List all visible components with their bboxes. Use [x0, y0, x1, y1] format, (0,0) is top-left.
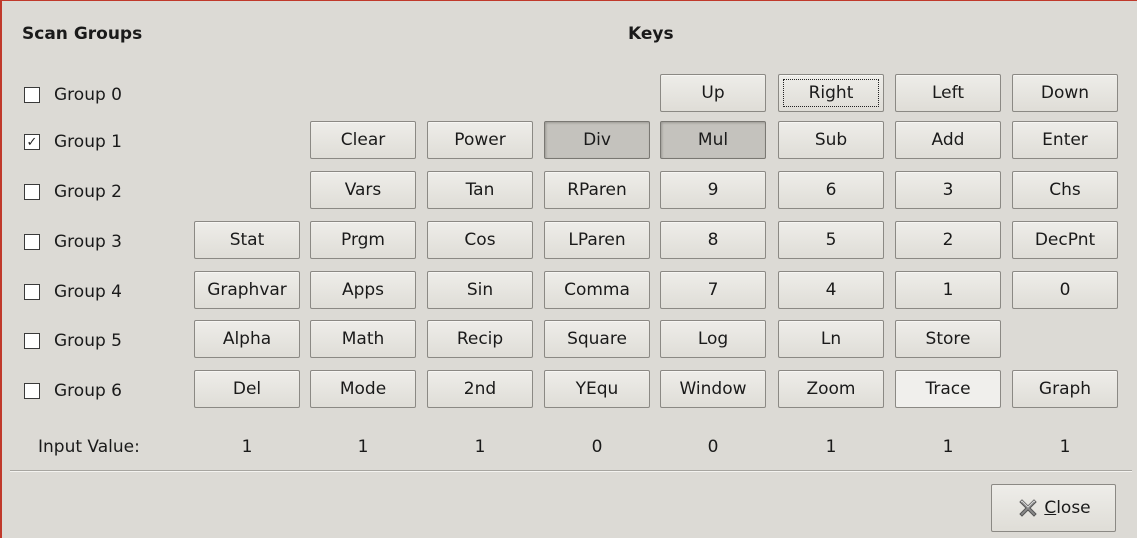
- key-enter[interactable]: Enter: [1012, 121, 1118, 159]
- separator: [10, 470, 1132, 472]
- key-vars[interactable]: Vars: [310, 171, 416, 209]
- group-label: Group 6: [54, 381, 122, 401]
- key-1[interactable]: 1: [895, 271, 1001, 309]
- group-label: Group 0: [54, 85, 122, 105]
- key-stat[interactable]: Stat: [194, 221, 300, 259]
- input-value: 1: [241, 437, 253, 457]
- key-0[interactable]: 0: [1012, 271, 1118, 309]
- group-label: Group 2: [54, 182, 122, 202]
- key-log[interactable]: Log: [660, 320, 766, 358]
- input-value: 1: [357, 437, 369, 457]
- key-9[interactable]: 9: [660, 171, 766, 209]
- input-value: 1: [942, 437, 954, 457]
- input-value: 0: [707, 437, 719, 457]
- focus-ring: [783, 79, 879, 107]
- key-right[interactable]: Right: [778, 74, 884, 112]
- group-6-checkbox[interactable]: Group 6: [24, 379, 122, 403]
- key-down[interactable]: Down: [1012, 74, 1118, 112]
- key-2[interactable]: 2: [895, 221, 1001, 259]
- input-value: 0: [591, 437, 603, 457]
- key-store[interactable]: Store: [895, 320, 1001, 358]
- input-value-label: Input Value:: [38, 437, 140, 457]
- key-tan[interactable]: Tan: [427, 171, 533, 209]
- key-square[interactable]: Square: [544, 320, 650, 358]
- key-window[interactable]: Window: [660, 370, 766, 408]
- key-yequ[interactable]: YEqu: [544, 370, 650, 408]
- scan-groups-header: Scan Groups: [22, 24, 143, 44]
- key-div[interactable]: Div: [544, 121, 650, 159]
- group-0-checkbox[interactable]: Group 0: [24, 83, 122, 107]
- checkbox-box[interactable]: ✓: [24, 134, 40, 150]
- key-trace[interactable]: Trace: [895, 370, 1001, 408]
- key-recip[interactable]: Recip: [427, 320, 533, 358]
- key-2nd[interactable]: 2nd: [427, 370, 533, 408]
- key-graphvar[interactable]: Graphvar: [194, 271, 300, 309]
- key-decpnt[interactable]: DecPnt: [1012, 221, 1118, 259]
- group-label: Group 3: [54, 232, 122, 252]
- close-button[interactable]: Close: [991, 484, 1116, 532]
- key-clear[interactable]: Clear: [310, 121, 416, 159]
- key-4[interactable]: 4: [778, 271, 884, 309]
- checkbox-box[interactable]: [24, 284, 40, 300]
- group-2-checkbox[interactable]: Group 2: [24, 180, 122, 204]
- key-prgm[interactable]: Prgm: [310, 221, 416, 259]
- key-cos[interactable]: Cos: [427, 221, 533, 259]
- key-6[interactable]: 6: [778, 171, 884, 209]
- checkbox-box[interactable]: [24, 87, 40, 103]
- group-label: Group 1: [54, 132, 122, 152]
- group-4-checkbox[interactable]: Group 4: [24, 280, 122, 304]
- key-comma[interactable]: Comma: [544, 271, 650, 309]
- group-label: Group 5: [54, 331, 122, 351]
- key-lparen[interactable]: LParen: [544, 221, 650, 259]
- checkbox-box[interactable]: [24, 333, 40, 349]
- key-3[interactable]: 3: [895, 171, 1001, 209]
- key-power[interactable]: Power: [427, 121, 533, 159]
- keys-header: Keys: [628, 24, 674, 44]
- key-chs[interactable]: Chs: [1012, 171, 1118, 209]
- group-label: Group 4: [54, 282, 122, 302]
- key-7[interactable]: 7: [660, 271, 766, 309]
- key-apps[interactable]: Apps: [310, 271, 416, 309]
- key-up[interactable]: Up: [660, 74, 766, 112]
- group-1-checkbox[interactable]: ✓ Group 1: [24, 130, 122, 154]
- key-8[interactable]: 8: [660, 221, 766, 259]
- key-math[interactable]: Math: [310, 320, 416, 358]
- key-left[interactable]: Left: [895, 74, 1001, 112]
- checkbox-box[interactable]: [24, 383, 40, 399]
- input-value: 1: [1059, 437, 1071, 457]
- checkbox-box[interactable]: [24, 184, 40, 200]
- key-rparen[interactable]: RParen: [544, 171, 650, 209]
- key-sub[interactable]: Sub: [778, 121, 884, 159]
- key-alpha[interactable]: Alpha: [194, 320, 300, 358]
- group-3-checkbox[interactable]: Group 3: [24, 230, 122, 254]
- input-value: 1: [825, 437, 837, 457]
- key-del[interactable]: Del: [194, 370, 300, 408]
- key-sin[interactable]: Sin: [427, 271, 533, 309]
- key-ln[interactable]: Ln: [778, 320, 884, 358]
- group-5-checkbox[interactable]: Group 5: [24, 329, 122, 353]
- checkbox-box[interactable]: [24, 234, 40, 250]
- key-add[interactable]: Add: [895, 121, 1001, 159]
- input-value: 1: [474, 437, 486, 457]
- close-x-icon: [1016, 496, 1040, 520]
- key-zoom[interactable]: Zoom: [778, 370, 884, 408]
- close-label: Close: [1044, 498, 1091, 518]
- key-5[interactable]: 5: [778, 221, 884, 259]
- key-graph[interactable]: Graph: [1012, 370, 1118, 408]
- key-mul[interactable]: Mul: [660, 121, 766, 159]
- key-mode[interactable]: Mode: [310, 370, 416, 408]
